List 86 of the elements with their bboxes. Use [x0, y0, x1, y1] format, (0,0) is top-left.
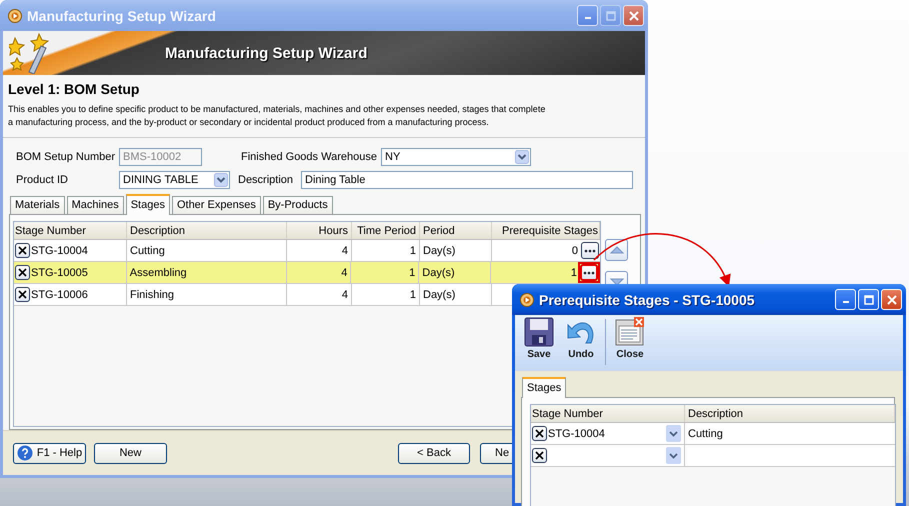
- tab[interactable]: Other Expenses: [172, 196, 261, 214]
- chevron-down-icon: [515, 150, 529, 164]
- step-heading: Level 1: BOM Setup: [8, 81, 140, 97]
- table-cell: Day(s): [422, 266, 455, 278]
- close-icon: [535, 429, 544, 438]
- ellipsis-button[interactable]: [581, 242, 599, 259]
- table-cell: 4: [342, 244, 348, 256]
- highlight-box: [578, 262, 600, 283]
- table-cell: Finishing: [130, 288, 174, 300]
- table-cell: STG-10005: [31, 266, 88, 278]
- ellipsis-button[interactable]: [580, 264, 598, 281]
- maximize-icon: [864, 294, 874, 304]
- table-cell: Cutting: [688, 428, 723, 440]
- table-cell: 1: [410, 288, 416, 300]
- table-cell: 1: [570, 266, 577, 278]
- tab[interactable]: Stages: [126, 194, 170, 215]
- help-button[interactable]: F1 - Help: [13, 442, 86, 464]
- close-document-icon: [615, 317, 645, 347]
- button[interactable]: < Back: [398, 442, 470, 464]
- table-cell: 1: [410, 244, 416, 256]
- table-cell: STG-10004: [31, 244, 88, 256]
- dropdown-field[interactable]: DINING TABLE: [119, 171, 230, 189]
- table-cell: 0: [572, 244, 578, 256]
- close-button[interactable]: [623, 5, 644, 26]
- text-field[interactable]: Dining Table: [301, 171, 633, 189]
- column-header: Stage Number: [14, 222, 127, 239]
- field-label: Finished Goods Warehouse: [241, 151, 378, 163]
- table-cell: 4: [341, 266, 348, 278]
- close-icon: [535, 451, 544, 460]
- column-header: Period: [420, 222, 492, 239]
- column-header: Stage Number: [531, 405, 685, 422]
- maximize-icon: [606, 10, 616, 20]
- app-icon: [8, 8, 22, 22]
- tab[interactable]: Materials: [10, 196, 65, 214]
- tab[interactable]: By-Products: [262, 196, 333, 214]
- close-button[interactable]: Close: [612, 317, 648, 360]
- delete-button[interactable]: [15, 265, 30, 280]
- close-icon: [628, 10, 638, 20]
- table-cell: STG-10006: [31, 288, 88, 300]
- table-cell: Assembling: [130, 266, 187, 278]
- column-header: Description: [127, 222, 287, 239]
- delete-button[interactable]: [15, 243, 30, 258]
- close-icon: [18, 268, 27, 277]
- close-icon: [18, 246, 27, 255]
- chevron-down-icon: [214, 173, 228, 187]
- column-header: Prerequisite Stages: [492, 222, 600, 239]
- delete-button[interactable]: [532, 448, 547, 463]
- dropdown-field[interactable]: NY: [381, 148, 531, 166]
- table-cell: Cutting: [130, 244, 165, 256]
- window-title: Manufacturing Setup Wizard: [27, 8, 217, 24]
- field-label: BOM Setup Number: [16, 151, 116, 163]
- delete-button[interactable]: [15, 287, 30, 302]
- close-icon: [18, 290, 27, 299]
- dropdown-button[interactable]: [666, 425, 681, 442]
- app-icon: [520, 292, 534, 306]
- table-cell: 1: [409, 266, 416, 278]
- intro-text: This enables you to define specific product to be manufactured, materials, machines and other expenses needed, stages that complete a manufacturing process, and the by-product or secondary or incidental product produced from a manufacturing process.: [8, 103, 546, 129]
- dropdown-button[interactable]: [666, 447, 681, 464]
- field-label: Description: [238, 174, 294, 186]
- table-cell: Day(s): [423, 244, 456, 256]
- column-header: Description: [685, 405, 895, 422]
- grid-row[interactable]: STG-10004 Cutting 4 1 Day(s) 0: [14, 240, 600, 262]
- table-cell-text: STG-10004: [548, 428, 606, 440]
- ellipsis-icon: [582, 270, 595, 274]
- column-header: Time Period: [352, 222, 420, 239]
- button[interactable]: New: [94, 442, 167, 464]
- tab[interactable]: Machines: [66, 196, 124, 214]
- delete-button[interactable]: [532, 426, 547, 441]
- close-icon: [886, 294, 896, 304]
- chevron-down-icon: [669, 452, 678, 458]
- help-icon: [16, 445, 33, 461]
- tab[interactable]: Stages: [522, 377, 566, 398]
- minimize-button[interactable]: [577, 5, 598, 26]
- field-label: Product ID: [16, 174, 69, 186]
- triangle-up-icon: [610, 246, 624, 254]
- table-cell: Day(s): [423, 288, 456, 300]
- move-up-button[interactable]: [605, 239, 628, 261]
- chevron-down-icon: [669, 430, 678, 436]
- ellipsis-icon: [584, 248, 596, 252]
- grid-row[interactable]: STG-10005 Assembling 4 1 Day(s) 1: [14, 262, 600, 284]
- triangle-down-icon: [610, 278, 624, 286]
- column-header: Hours: [287, 222, 352, 239]
- banner-title: Manufacturing Setup Wizard: [165, 44, 368, 62]
- save-button[interactable]: Save: [521, 317, 557, 360]
- undo-button[interactable]: Undo: [563, 317, 599, 360]
- table-cell: 4: [342, 288, 348, 300]
